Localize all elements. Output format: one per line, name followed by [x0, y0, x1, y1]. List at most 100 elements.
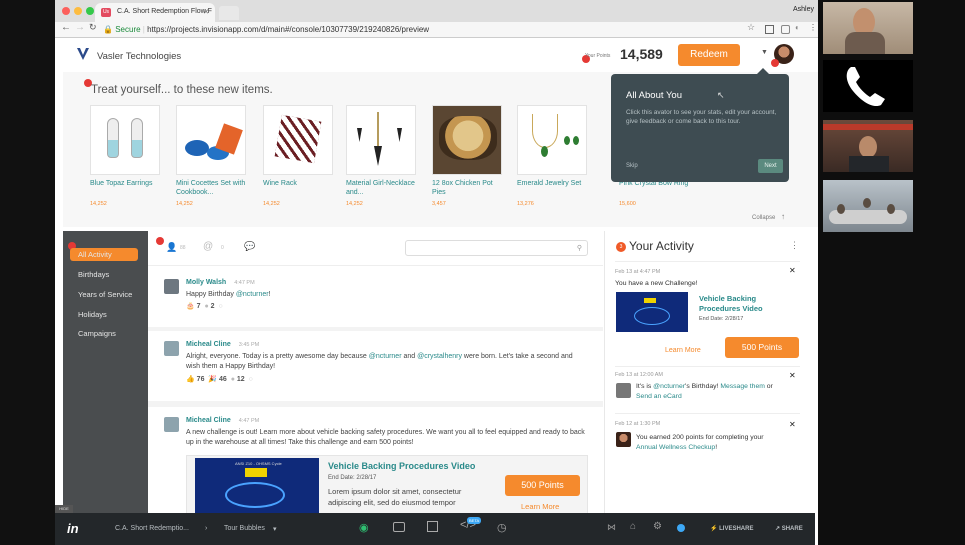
close-window-button[interactable] — [62, 7, 70, 15]
clock-icon[interactable]: ◷ — [497, 521, 507, 534]
extension-icon[interactable]: ◐ — [795, 23, 800, 32]
mention-link[interactable]: @ncturner — [653, 383, 685, 390]
close-icon[interactable]: ✕ — [789, 420, 796, 429]
post-author[interactable]: Molly Walsh 4:47 PM — [186, 279, 255, 286]
breadcrumb-project[interactable]: C.A. Short Redemptio... — [115, 525, 189, 532]
post-author[interactable]: Micheal Cline 3:45 PM — [186, 341, 259, 348]
chevron-down-icon[interactable]: ▼ — [761, 49, 768, 56]
challenge-points-button[interactable]: 500 Points — [505, 475, 580, 496]
extension-icon[interactable] — [765, 25, 774, 34]
activity-card: ✕ Feb 13 at 12:00 AM It's is @ncturner's… — [615, 369, 800, 414]
url-text: https://projects.invisionapp.com/d/main#… — [147, 25, 430, 34]
reward-item[interactable]: Wine Rack 14,252 — [263, 105, 335, 207]
minimize-window-button[interactable] — [74, 7, 82, 15]
preview-mode-icon[interactable]: ◉ — [359, 521, 369, 534]
forward-icon[interactable]: → — [75, 22, 85, 33]
sidebar-item-all-activity[interactable]: All Activity — [70, 248, 138, 261]
activity-text: It's is @ncturner's Birthday! Message th… — [636, 383, 773, 400]
tour-hotspot[interactable] — [771, 59, 779, 67]
author-avatar[interactable] — [164, 279, 179, 294]
back-icon[interactable]: ← — [61, 22, 71, 33]
tab-favicon-icon: Us — [101, 8, 111, 17]
menu-icon[interactable]: ⋮ — [809, 23, 817, 32]
reward-item[interactable]: 12 8ox Chicken Pot Pies 3,457 — [432, 105, 504, 207]
item-points: 14,252 — [90, 201, 107, 207]
comment-mode-icon[interactable] — [393, 522, 405, 532]
share-network-icon[interactable]: ⋈ — [607, 522, 616, 533]
browser-tab[interactable]: Us C.A. Short Redemption Flow F ✕ — [95, 3, 215, 22]
url-field[interactable]: 🔒 Secure | https://projects.invisionapp.… — [103, 23, 768, 37]
mention-filter-icon[interactable]: @ — [203, 241, 213, 252]
more-options-icon[interactable]: ⋮ — [790, 240, 799, 251]
post-divider — [148, 327, 603, 331]
challenge-thumbnail[interactable] — [616, 292, 688, 332]
hide-toggle[interactable]: HIDE — [55, 505, 73, 513]
sidebar-item-years-of-service[interactable]: Years of Service — [70, 290, 132, 299]
reward-item[interactable]: Emerald Jewelry Set 13,276 — [517, 105, 589, 207]
feed-filter-bar: 👤 88 @ 0 💬 ⚲ — [148, 231, 603, 266]
participant-video[interactable] — [823, 120, 913, 172]
post-reactions[interactable]: 🎂 7 ● 2 ○ — [186, 302, 223, 310]
secure-label: Secure — [115, 25, 141, 34]
reload-icon[interactable]: ↻ — [89, 22, 97, 33]
post-text: A new challenge is out! Learn more about… — [186, 429, 585, 446]
post-author[interactable]: Micheal Cline 4:47 PM — [186, 417, 259, 424]
challenge-description: Lorem ipsum dolor sit amet, consectetur … — [328, 487, 462, 507]
new-tab-button[interactable] — [219, 6, 239, 20]
liveshare-button[interactable]: ⚡ LIVESHARE — [710, 525, 753, 532]
participant-audio-only[interactable] — [823, 60, 913, 112]
breadcrumb-screen[interactable]: Tour Bubbles — [224, 525, 265, 532]
close-icon[interactable]: ✕ — [789, 266, 796, 275]
mention-link[interactable]: @ncturner — [369, 353, 402, 360]
invision-logo-icon[interactable]: in — [67, 521, 79, 536]
history-mode-icon[interactable] — [427, 521, 438, 532]
participant-video[interactable] — [823, 180, 913, 232]
message-them-link[interactable]: Message them — [720, 383, 765, 390]
mention-link[interactable]: @crystalhenry — [417, 353, 462, 360]
tour-hotspot[interactable] — [156, 237, 164, 245]
author-avatar[interactable] — [164, 341, 179, 356]
gear-icon[interactable]: ⚙ — [653, 521, 662, 532]
sidebar-item-campaigns[interactable]: Campaigns — [70, 329, 116, 338]
reward-item[interactable]: Material Girl-Necklace and... 14,252 — [346, 105, 418, 207]
activity-learn-more-link[interactable]: Learn More — [665, 347, 701, 354]
tooltip-skip-button[interactable]: Skip — [626, 163, 638, 169]
challenge-title[interactable]: Vehicle Backing Procedures Video — [328, 461, 475, 471]
people-filter-icon[interactable]: 👤 — [166, 242, 177, 253]
sidebar-item-holidays[interactable]: Holidays — [70, 310, 107, 319]
extension-icon[interactable] — [781, 25, 790, 34]
activity-points-button[interactable]: 500 Points — [725, 337, 799, 358]
close-icon[interactable]: ✕ — [789, 371, 796, 380]
browser-tab-strip: Us C.A. Short Redemption Flow F ✕ Ashley — [55, 0, 818, 22]
mention-link[interactable]: @ncturner — [236, 291, 269, 298]
wellness-checkup-link[interactable]: Annual Wellness Checkup — [636, 444, 715, 451]
sidebar-item-birthdays[interactable]: Birthdays — [70, 270, 109, 279]
tour-tooltip: All About You Click this avator to see y… — [611, 68, 789, 182]
share-button[interactable]: ↗ SHARE — [775, 525, 803, 532]
chevron-down-icon[interactable]: ▾ — [273, 525, 277, 533]
challenge-thumbnail[interactable]: ANSI Z10 - OHSMS Cycle — [195, 458, 319, 513]
add-reaction-icon[interactable]: ○ — [249, 376, 253, 383]
maximize-window-button[interactable] — [86, 7, 94, 15]
post-reactions[interactable]: 👍 76 🎉 46 ● 12 ○ — [186, 375, 253, 383]
send-ecard-link[interactable]: Send an eCard — [636, 393, 682, 400]
activity-challenge-title[interactable]: Vehicle Backing Procedures Video — [699, 294, 794, 314]
tooltip-next-button[interactable]: Next — [758, 159, 783, 173]
participant-video[interactable] — [823, 2, 913, 54]
home-icon[interactable]: ⌂ — [630, 521, 636, 532]
reward-item[interactable]: Blue Topaz Earrings 14,252 — [90, 105, 162, 207]
redeem-button[interactable]: Redeem — [678, 44, 740, 66]
thumbnail-caption: ANSI Z10 - OHSMS Cycle — [235, 461, 282, 466]
chat-filter-icon[interactable]: 💬 — [244, 241, 255, 252]
tab-close-icon[interactable]: ✕ — [203, 8, 209, 16]
reward-item[interactable]: Mini Cocettes Set with Cookbook... 14,25… — [176, 105, 248, 207]
bookmark-star-icon[interactable]: ☆ — [747, 22, 755, 33]
profile-name[interactable]: Ashley — [793, 6, 814, 13]
collapse-link[interactable]: Collapse ↑ — [752, 212, 785, 221]
item-name: Emerald Jewelry Set — [517, 180, 582, 187]
author-avatar[interactable] — [164, 417, 179, 432]
search-input[interactable]: ⚲ — [405, 240, 588, 256]
challenge-card[interactable]: ANSI Z10 - OHSMS Cycle Vehicle Backing P… — [186, 455, 588, 513]
challenge-learn-more-link[interactable]: Learn More — [521, 502, 559, 511]
add-reaction-icon[interactable]: ○ — [218, 303, 222, 310]
